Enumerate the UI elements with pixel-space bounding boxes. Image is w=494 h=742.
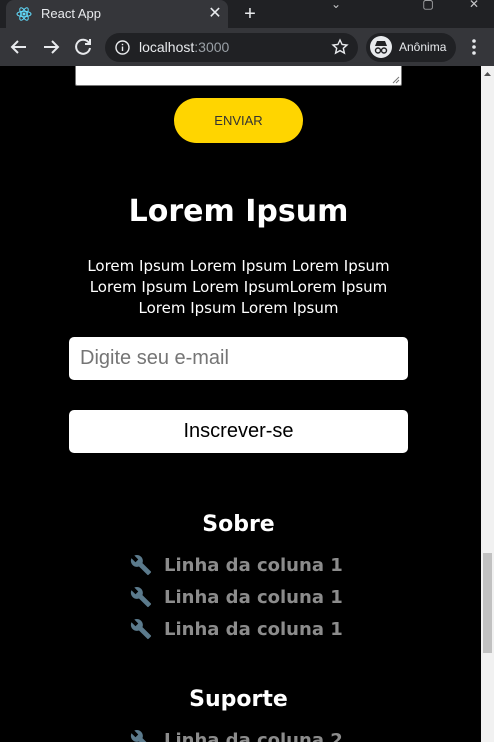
wrench-icon bbox=[130, 555, 152, 576]
footer-title-sobre: Sobre bbox=[202, 512, 275, 537]
footer-link-item[interactable]: Linha da coluna 1 bbox=[130, 553, 343, 577]
browser-toolbar: localhost:3000 Anônima bbox=[0, 28, 494, 66]
resize-handle-icon[interactable] bbox=[392, 76, 400, 84]
profile-button[interactable]: Anônima bbox=[366, 33, 456, 62]
email-input[interactable] bbox=[69, 337, 408, 380]
footer-link-label: Linha da coluna 1 bbox=[164, 618, 343, 640]
wrench-icon bbox=[130, 619, 152, 640]
footer-link-item[interactable]: Linha da coluna 1 bbox=[130, 585, 343, 609]
new-tab-icon[interactable]: + bbox=[239, 3, 261, 25]
footer-link-item[interactable]: Linha da coluna 2 bbox=[130, 728, 343, 742]
footer-link-label: Linha da coluna 2 bbox=[164, 729, 343, 742]
reload-icon[interactable] bbox=[70, 34, 96, 60]
paragraph-line: Lorem Ipsum Lorem IpsumLorem Ipsum bbox=[89, 278, 388, 296]
address-bar[interactable]: localhost:3000 bbox=[105, 33, 358, 62]
tab-react-app[interactable]: React App ✕ bbox=[6, 0, 228, 28]
scroll-up-arrow-icon[interactable] bbox=[481, 66, 494, 83]
tab-title: React App bbox=[41, 6, 101, 21]
url-text: localhost:3000 bbox=[139, 39, 229, 56]
footer-link-label: Linha da coluna 1 bbox=[164, 586, 343, 608]
scrollbar-thumb[interactable] bbox=[483, 553, 492, 653]
forward-arrow-icon[interactable] bbox=[38, 34, 64, 60]
profile-label: Anônima bbox=[399, 40, 447, 54]
paragraph-line: Lorem Ipsum Lorem Ipsum bbox=[138, 299, 339, 317]
vertical-scrollbar[interactable] bbox=[481, 66, 494, 742]
paragraph-line: Lorem Ipsum Lorem Ipsum Lorem Ipsum bbox=[87, 257, 390, 275]
wrench-icon bbox=[130, 730, 147, 742]
maximize-icon[interactable]: ▢ bbox=[408, 0, 448, 14]
message-textarea[interactable] bbox=[75, 66, 402, 86]
chevron-down-icon[interactable]: ⌄ bbox=[316, 0, 356, 14]
newsletter-paragraph: Lorem Ipsum Lorem Ipsum Lorem Ipsum Lore… bbox=[0, 256, 477, 319]
url-port: :3000 bbox=[194, 39, 230, 55]
more-menu-icon[interactable] bbox=[466, 36, 482, 58]
info-icon[interactable] bbox=[115, 40, 130, 55]
url-host: localhost bbox=[139, 39, 195, 55]
wrench-icon bbox=[130, 587, 152, 608]
tab-strip: React App ✕ + ⌄ ▢ ✕ bbox=[0, 0, 494, 28]
footer-title-suporte: Suporte bbox=[189, 687, 288, 712]
send-button[interactable]: ENVIAR bbox=[174, 98, 303, 143]
footer-link-item[interactable]: Linha da coluna 1 bbox=[130, 617, 343, 641]
newsletter-title: Lorem Ipsum bbox=[128, 194, 349, 229]
close-tab-icon[interactable]: ✕ bbox=[205, 4, 225, 24]
close-window-icon[interactable]: ✕ bbox=[454, 0, 494, 14]
back-arrow-icon[interactable] bbox=[6, 34, 32, 60]
bookmark-star-icon[interactable] bbox=[331, 38, 349, 56]
react-logo-icon bbox=[16, 7, 32, 21]
subscribe-button[interactable]: Inscrever-se bbox=[69, 410, 408, 453]
footer-link-label: Linha da coluna 1 bbox=[164, 554, 343, 576]
page-viewport: ENVIAR Lorem Ipsum Lorem Ipsum Lorem Ips… bbox=[0, 66, 481, 742]
incognito-icon bbox=[370, 36, 392, 58]
